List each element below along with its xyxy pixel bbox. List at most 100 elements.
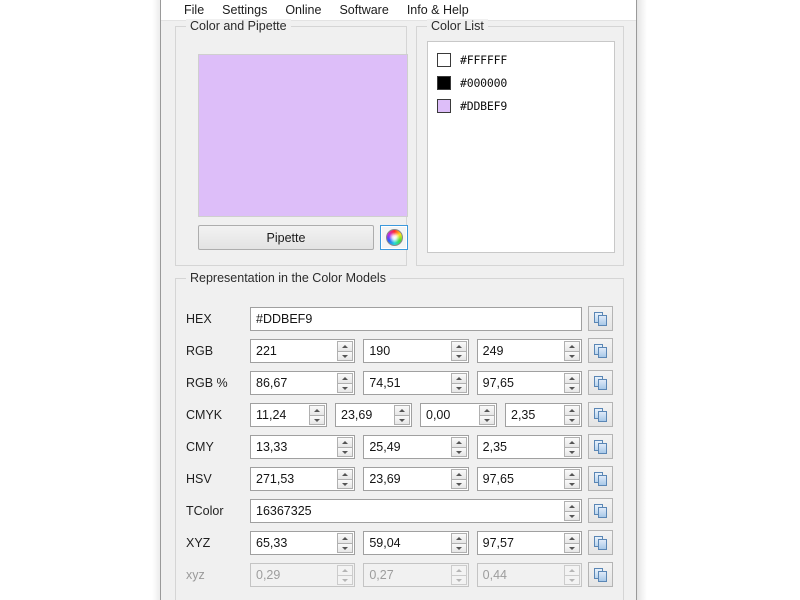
spinner[interactable] [451, 373, 467, 393]
color-preview-swatch[interactable] [198, 54, 408, 217]
spinner-up-icon[interactable] [564, 437, 580, 447]
spinner-up-icon[interactable] [564, 341, 580, 351]
spinner[interactable] [451, 341, 467, 361]
spinner[interactable] [451, 469, 467, 489]
spinner-down-icon[interactable] [337, 447, 353, 457]
pipette-button[interactable]: Pipette [198, 225, 374, 250]
spinner-up-icon[interactable] [564, 469, 580, 479]
value-input[interactable]: 86,67 [250, 371, 355, 395]
spinner[interactable] [394, 405, 410, 425]
value-input[interactable]: 0,00 [420, 403, 497, 427]
color-list-box[interactable]: #FFFFFF#000000#DDBEF9 [427, 41, 615, 253]
spinner-down-icon[interactable] [337, 479, 353, 489]
copy-button[interactable] [588, 466, 613, 491]
value-input[interactable]: 2,35 [505, 403, 582, 427]
value-input[interactable]: #DDBEF9 [250, 307, 582, 331]
spinner[interactable] [479, 405, 495, 425]
spinner-down-icon[interactable] [564, 351, 580, 361]
list-item[interactable]: #DDBEF9 [428, 94, 614, 117]
value-input[interactable]: 23,69 [335, 403, 412, 427]
menu-item-online[interactable]: Online [276, 1, 330, 19]
value-input[interactable]: 13,33 [250, 435, 355, 459]
copy-button[interactable] [588, 338, 613, 363]
spinner-up-icon[interactable] [564, 501, 580, 511]
value-input[interactable]: 65,33 [250, 531, 355, 555]
spinner[interactable] [564, 469, 580, 489]
copy-button[interactable] [588, 562, 613, 587]
spinner-down-icon[interactable] [564, 447, 580, 457]
menu-item-software[interactable]: Software [330, 1, 397, 19]
value-input[interactable]: 16367325 [250, 499, 582, 523]
spinner-down-icon[interactable] [451, 543, 467, 553]
spinner[interactable] [309, 405, 325, 425]
spinner-up-icon[interactable] [337, 469, 353, 479]
spinner[interactable] [564, 373, 580, 393]
spinner[interactable] [564, 501, 580, 521]
spinner[interactable] [337, 533, 353, 553]
spinner-down-icon[interactable] [564, 511, 580, 521]
spinner-down-icon[interactable] [564, 415, 580, 425]
spinner-up-icon[interactable] [337, 341, 353, 351]
value-input[interactable]: 2,35 [477, 435, 582, 459]
spinner-up-icon[interactable] [451, 373, 467, 383]
value-input[interactable]: 97,57 [477, 531, 582, 555]
spinner-down-icon[interactable] [564, 383, 580, 393]
value-input[interactable]: 59,04 [363, 531, 468, 555]
list-item[interactable]: #000000 [428, 71, 614, 94]
spinner[interactable] [337, 373, 353, 393]
spinner-down-icon[interactable] [451, 479, 467, 489]
spinner-down-icon[interactable] [337, 351, 353, 361]
spinner[interactable] [337, 469, 353, 489]
spinner-down-icon[interactable] [451, 447, 467, 457]
spinner-up-icon[interactable] [479, 405, 495, 415]
spinner-down-icon[interactable] [451, 351, 467, 361]
copy-button[interactable] [588, 402, 613, 427]
spinner[interactable] [337, 437, 353, 457]
copy-button[interactable] [588, 306, 613, 331]
copy-button[interactable] [588, 434, 613, 459]
spinner-up-icon[interactable] [451, 341, 467, 351]
spinner-down-icon[interactable] [479, 415, 495, 425]
color-wheel-button[interactable] [380, 225, 408, 250]
spinner[interactable] [451, 437, 467, 457]
spinner-up-icon[interactable] [337, 437, 353, 447]
menu-item-settings[interactable]: Settings [213, 1, 276, 19]
value-input[interactable]: 74,51 [363, 371, 468, 395]
spinner-down-icon[interactable] [451, 383, 467, 393]
spinner[interactable] [564, 405, 580, 425]
spinner-up-icon[interactable] [337, 533, 353, 543]
spinner-up-icon[interactable] [451, 437, 467, 447]
menu-item-info-help[interactable]: Info & Help [398, 1, 478, 19]
spinner-up-icon[interactable] [564, 533, 580, 543]
spinner[interactable] [564, 533, 580, 553]
value-input[interactable]: 271,53 [250, 467, 355, 491]
value-input[interactable]: 25,49 [363, 435, 468, 459]
spinner-up-icon[interactable] [337, 373, 353, 383]
spinner-down-icon[interactable] [309, 415, 325, 425]
spinner-up-icon[interactable] [564, 373, 580, 383]
spinner-down-icon[interactable] [337, 543, 353, 553]
spinner[interactable] [564, 341, 580, 361]
value-input[interactable]: 11,24 [250, 403, 327, 427]
value-input[interactable]: 221 [250, 339, 355, 363]
spinner-up-icon[interactable] [451, 469, 467, 479]
spinner-down-icon[interactable] [564, 479, 580, 489]
spinner-down-icon[interactable] [337, 383, 353, 393]
value-input[interactable]: 249 [477, 339, 582, 363]
menu-item-file[interactable]: File [175, 1, 213, 19]
spinner-up-icon[interactable] [451, 533, 467, 543]
copy-button[interactable] [588, 498, 613, 523]
value-input[interactable]: 190 [363, 339, 468, 363]
spinner-down-icon[interactable] [394, 415, 410, 425]
spinner[interactable] [564, 437, 580, 457]
spinner-up-icon[interactable] [394, 405, 410, 415]
copy-button[interactable] [588, 370, 613, 395]
spinner-up-icon[interactable] [564, 405, 580, 415]
spinner[interactable] [337, 341, 353, 361]
list-item[interactable]: #FFFFFF [428, 48, 614, 71]
spinner[interactable] [451, 533, 467, 553]
spinner-down-icon[interactable] [564, 543, 580, 553]
value-input[interactable]: 97,65 [477, 371, 582, 395]
value-input[interactable]: 23,69 [363, 467, 468, 491]
copy-button[interactable] [588, 530, 613, 555]
